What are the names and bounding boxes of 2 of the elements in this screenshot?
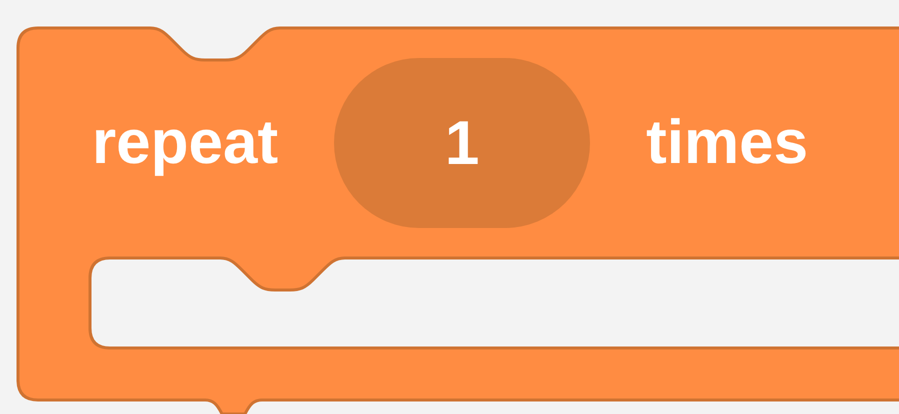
block-label: repeat: [92, 112, 278, 174]
block-suffix: times: [646, 112, 808, 174]
